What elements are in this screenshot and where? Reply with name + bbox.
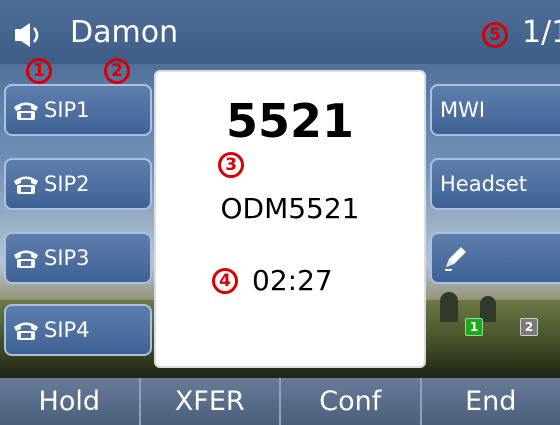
line-key-sip2[interactable]: SIP2 <box>4 158 152 210</box>
line-key-edit[interactable] <box>430 232 560 284</box>
phone-icon <box>14 250 38 268</box>
line-key-sip4[interactable]: SIP4 <box>4 304 152 356</box>
line-key-label: Headset <box>440 172 528 196</box>
line-key-sip3[interactable]: SIP3 <box>4 232 152 284</box>
phone-screen: Damon 1/1 1 2 5 SIP1 SIP2 SIP3 <box>0 0 560 425</box>
call-duration: 02:27 <box>252 264 333 297</box>
phone-icon <box>14 176 38 194</box>
line-key-label: SIP4 <box>44 318 90 342</box>
line-key-headset[interactable]: Headset <box>430 158 560 210</box>
phone-icon <box>14 102 38 120</box>
callout-marker-3: 3 <box>218 152 244 178</box>
page-indicator: 1/1 <box>522 15 560 50</box>
call-info-panel: 5521 3 ODM5521 4 02:27 <box>154 70 426 368</box>
line-indicator-2: 2 <box>520 318 538 336</box>
callee-number: 5521 <box>225 94 355 148</box>
speaker-icon <box>15 23 39 47</box>
callout-marker-4: 4 <box>212 268 238 294</box>
callee-name: ODM5521 <box>220 192 360 225</box>
line-key-label: MWI <box>440 98 486 122</box>
line-key-label: SIP1 <box>44 98 90 122</box>
callout-marker-2: 2 <box>104 58 130 84</box>
line-key-label: SIP3 <box>44 246 90 270</box>
line-key-mwi[interactable]: MWI <box>430 84 560 136</box>
hold-softkey[interactable]: Hold <box>0 378 141 425</box>
line-key-sip1[interactable]: SIP1 <box>4 84 152 136</box>
end-call-softkey[interactable]: End <box>421 378 560 425</box>
line-key-label: SIP2 <box>44 172 90 196</box>
conference-softkey[interactable]: Conf <box>281 378 422 425</box>
account-name: Damon <box>70 15 179 50</box>
pencil-icon <box>445 247 466 271</box>
status-bar: Damon 1/1 <box>0 0 560 64</box>
callout-marker-1: 1 <box>26 58 52 84</box>
softkey-bar: Hold XFER Conf End <box>0 378 560 425</box>
phone-icon <box>14 322 38 340</box>
callout-marker-5: 5 <box>482 22 508 48</box>
transfer-softkey[interactable]: XFER <box>140 378 281 425</box>
line-indicator-1: 1 <box>465 318 483 336</box>
background-silo <box>440 292 458 322</box>
